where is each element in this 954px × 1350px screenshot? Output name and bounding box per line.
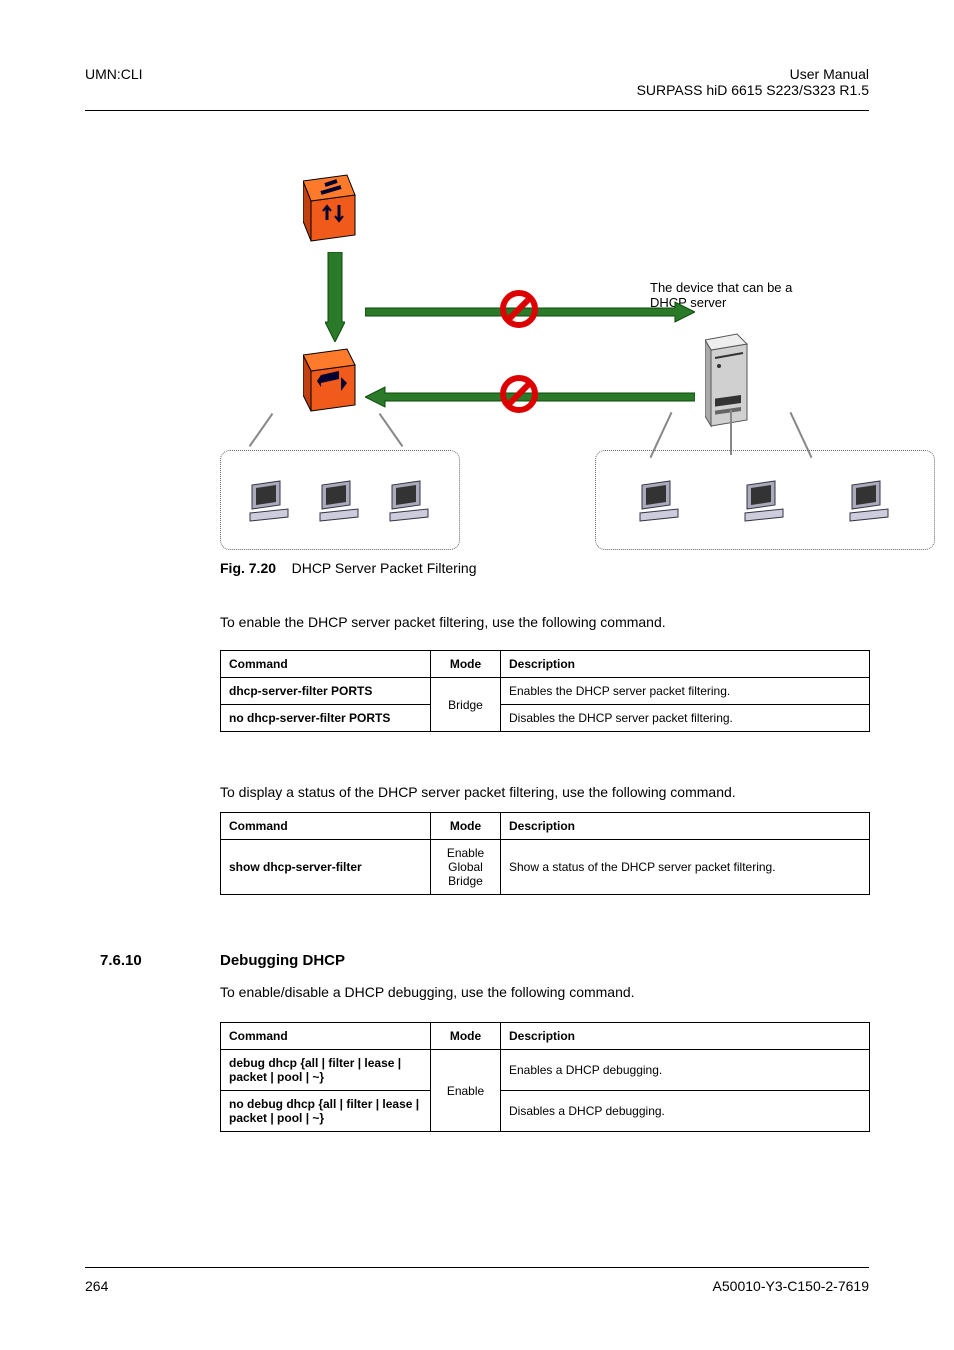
col-header-mode: Mode bbox=[431, 651, 501, 678]
header-right-line2: SURPASS hiD 6615 S223/S323 R1.5 bbox=[637, 82, 869, 98]
cell-command: show dhcp-server-filter bbox=[221, 840, 431, 895]
network-diagram: The device that can be a DHCP server bbox=[220, 160, 860, 560]
cell-command: dhcp-server-filter PORTS bbox=[221, 678, 431, 705]
pc-icon bbox=[246, 473, 296, 523]
mode-line1: Enable bbox=[439, 846, 492, 860]
header-right-line1: User Manual bbox=[637, 66, 869, 82]
table-header-row: Command Mode Description bbox=[221, 651, 870, 678]
server-label-line1: The device that can be a bbox=[650, 280, 792, 295]
cmd-text: show dhcp-server-filter bbox=[229, 860, 362, 874]
table-row: show dhcp-server-filter Enable Global Br… bbox=[221, 840, 870, 895]
mode-line2: Global bbox=[439, 860, 492, 874]
cmd-text: dhcp-server-filter PORTS bbox=[229, 684, 372, 698]
cell-description: Disables the DHCP server packet filterin… bbox=[501, 705, 870, 732]
figure-caption: Fig. 7.20 DHCP Server Packet Filtering bbox=[220, 560, 477, 576]
header-left: UMN:CLI bbox=[85, 66, 143, 98]
client-group-left bbox=[220, 450, 460, 550]
mode-line3: Bridge bbox=[439, 874, 492, 888]
header-divider bbox=[85, 110, 869, 111]
cell-description: Disables a DHCP debugging. bbox=[501, 1091, 870, 1132]
cell-command: no dhcp-server-filter PORTS bbox=[221, 705, 431, 732]
pc-icon bbox=[386, 473, 436, 523]
cell-mode: Enable Global Bridge bbox=[431, 840, 501, 895]
cmd-text: no debug dhcp {all | filter | lease | pa… bbox=[229, 1097, 419, 1125]
paragraph-debug: To enable/disable a DHCP debugging, use … bbox=[220, 984, 635, 1000]
server-icon bbox=[705, 330, 765, 435]
col-header-mode: Mode bbox=[431, 1023, 501, 1050]
table-row: no debug dhcp {all | filter | lease | pa… bbox=[221, 1091, 870, 1132]
command-table-show-filter: Command Mode Description show dhcp-serve… bbox=[220, 812, 870, 895]
command-table-debug: Command Mode Description debug dhcp {all… bbox=[220, 1022, 870, 1132]
connection-line bbox=[379, 413, 404, 447]
page-number: 264 bbox=[85, 1278, 108, 1294]
command-table-filter: Command Mode Description dhcp-server-fil… bbox=[220, 650, 870, 732]
paragraph-enable-filter: To enable the DHCP server packet filteri… bbox=[220, 614, 666, 630]
figure-label: Fig. 7.20 bbox=[220, 560, 276, 576]
cmd-text: no dhcp-server-filter PORTS bbox=[229, 711, 390, 725]
page-header: UMN:CLI User Manual SURPASS hiD 6615 S22… bbox=[85, 66, 869, 104]
cell-description: Enables a DHCP debugging. bbox=[501, 1050, 870, 1091]
cell-description: Enables the DHCP server packet filtering… bbox=[501, 678, 870, 705]
document-id: A50010-Y3-C150-2-7619 bbox=[713, 1278, 869, 1294]
connection-line bbox=[249, 413, 274, 447]
pc-icon bbox=[846, 473, 896, 523]
section-title: Debugging DHCP bbox=[220, 952, 345, 969]
cell-description: Show a status of the DHCP server packet … bbox=[501, 840, 870, 895]
cell-mode: Enable bbox=[431, 1050, 501, 1132]
col-header-command: Command bbox=[221, 813, 431, 840]
col-header-description: Description bbox=[501, 651, 870, 678]
no-entry-icon bbox=[500, 290, 538, 328]
table-header-row: Command Mode Description bbox=[221, 813, 870, 840]
pc-icon bbox=[741, 473, 791, 523]
figure-caption-text: DHCP Server Packet Filtering bbox=[292, 560, 477, 576]
table-row: dhcp-server-filter PORTS Bridge Enables … bbox=[221, 678, 870, 705]
cell-command: no debug dhcp {all | filter | lease | pa… bbox=[221, 1091, 431, 1132]
col-header-command: Command bbox=[221, 1023, 431, 1050]
pc-icon bbox=[316, 473, 366, 523]
footer-divider bbox=[85, 1267, 869, 1268]
paragraph-show-filter: To display a status of the DHCP server p… bbox=[220, 784, 736, 800]
router-icon bbox=[303, 165, 363, 250]
table-header-row: Command Mode Description bbox=[221, 1023, 870, 1050]
cmd-text: debug dhcp {all | filter | lease | packe… bbox=[229, 1056, 401, 1084]
cell-command: debug dhcp {all | filter | lease | packe… bbox=[221, 1050, 431, 1091]
col-header-description: Description bbox=[501, 1023, 870, 1050]
col-header-description: Description bbox=[501, 813, 870, 840]
header-right: User Manual SURPASS hiD 6615 S223/S323 R… bbox=[637, 66, 869, 98]
table-row: debug dhcp {all | filter | lease | packe… bbox=[221, 1050, 870, 1091]
arrow-down-icon bbox=[325, 252, 345, 342]
no-entry-icon bbox=[500, 375, 538, 413]
connection-line bbox=[730, 410, 732, 455]
pc-icon bbox=[636, 473, 686, 523]
col-header-command: Command bbox=[221, 651, 431, 678]
section-number: 7.6.10 bbox=[100, 952, 142, 969]
cell-mode: Bridge bbox=[431, 678, 501, 732]
table-row: no dhcp-server-filter PORTS Disables the… bbox=[221, 705, 870, 732]
bridge-icon bbox=[303, 345, 363, 420]
col-header-mode: Mode bbox=[431, 813, 501, 840]
client-group-right bbox=[595, 450, 935, 550]
